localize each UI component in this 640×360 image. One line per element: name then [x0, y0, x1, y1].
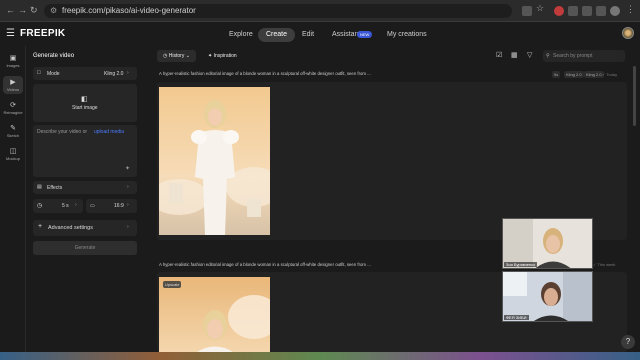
check-icon: ✓	[593, 262, 597, 267]
search-input[interactable]: ⚲ Search by prompt	[543, 50, 625, 62]
tag-badge: Kling 2.0	[584, 71, 604, 78]
history-dropdown[interactable]: ◷ History ⌄	[157, 50, 196, 62]
prompt-placeholder: Describe your video or	[37, 129, 88, 135]
forward-icon[interactable]: →	[18, 5, 27, 15]
start-image-dropzone[interactable]	[33, 84, 137, 122]
video-call-tile: ФЕЯ ЗИБИ	[502, 271, 593, 322]
search-placeholder: Search by prompt	[553, 53, 593, 59]
grid-view-icon[interactable]: ▦	[511, 51, 518, 59]
hamburger-menu-icon[interactable]: ☰	[6, 28, 15, 39]
user-avatar[interactable]	[622, 27, 634, 39]
participant-name: Зоя Бурявченко	[504, 262, 538, 267]
sparkle-icon: ✦	[208, 53, 213, 59]
history-icon: ◷	[163, 53, 168, 59]
ratio-icon: ▭	[90, 203, 95, 209]
date-stamp: ✓ This week	[593, 262, 615, 267]
nav-my-creations[interactable]: My creations	[387, 28, 427, 42]
translate-icon[interactable]	[522, 6, 532, 16]
os-dock	[0, 352, 640, 360]
image-icon: ▣	[9, 55, 17, 62]
help-icon: ?	[625, 337, 631, 346]
history-label: History	[168, 53, 185, 59]
site-info-icon[interactable]: ⚙	[50, 6, 57, 15]
filter-icon[interactable]: ▽	[527, 51, 532, 59]
app-header	[0, 22, 640, 46]
mockup-icon: ◫	[9, 148, 17, 155]
help-button[interactable]: ?	[621, 335, 635, 349]
rail-videos[interactable]: ▶ Videos	[3, 76, 23, 94]
inspiration-label: Inspiration	[213, 53, 237, 59]
puzzle-icon[interactable]	[596, 6, 606, 16]
bookmark-star-icon[interactable]: ☆	[536, 3, 546, 13]
rail-sketch-label: Sketch	[6, 133, 20, 138]
pencil-icon: ✎	[10, 125, 16, 132]
check-icon: ✓	[602, 72, 606, 77]
extension-icon[interactable]	[568, 6, 578, 16]
extension-icon[interactable]	[582, 6, 592, 16]
folder-icon: ▤	[37, 184, 42, 190]
effects-label: Effects	[47, 185, 63, 191]
address-bar[interactable]: ⚙ freepik.com/pikaso/ai-video-generator	[44, 4, 512, 18]
mode-label: Mode	[47, 71, 60, 77]
back-icon[interactable]: ←	[6, 5, 15, 15]
start-image-label: Start image	[72, 105, 98, 111]
feed-prompt[interactable]: A hyper-realistic fashion editorial imag…	[159, 262, 371, 267]
clock-icon: ◷	[37, 203, 43, 209]
chevron-right-icon: ›	[127, 70, 129, 76]
generate-button[interactable]: Generate	[33, 241, 137, 255]
video-call-tile: Зоя Бурявченко	[502, 218, 593, 269]
chevron-down-icon: ⌄	[185, 53, 190, 59]
duration-value: 5 s	[62, 203, 69, 209]
nav-edit[interactable]: Edit	[302, 28, 314, 42]
video-thumbnail[interactable]	[159, 277, 270, 352]
date-stamp: ✓ Today	[602, 72, 617, 77]
date-stamp-text: This week	[597, 262, 616, 267]
upload-media-link[interactable]: upload media	[94, 129, 124, 135]
rail-reimagine-label: Reimagine	[3, 110, 23, 115]
inspiration-button[interactable]: ✦ Inspiration	[208, 50, 237, 62]
tag-badge: Kling 2.0	[564, 71, 584, 78]
aspect-ratio-value: 16:9	[114, 203, 124, 209]
rail-sketch[interactable]: ✎ Sketch	[0, 124, 26, 138]
browser-chrome: ← → ↻ ⚙ freepik.com/pikaso/ai-video-gene…	[0, 0, 640, 22]
extension-icon[interactable]	[554, 6, 564, 16]
participant-name: ФЕЯ ЗИБИ	[504, 315, 529, 320]
rail-images-label: Images	[6, 63, 20, 68]
new-badge: NEW	[357, 31, 373, 38]
search-icon: ⚲	[546, 53, 550, 59]
mode-icon: □	[37, 70, 41, 76]
nav-create[interactable]: Create	[258, 28, 296, 42]
rail-reimagine[interactable]: ⟳ Reimagine	[0, 101, 26, 115]
rail-videos-label: Videos	[6, 87, 20, 92]
upscale-badge[interactable]: Upscale	[163, 281, 182, 288]
rail-mockup[interactable]: ◫ Mockup	[0, 147, 26, 161]
url-text: freepik.com/pikaso/ai-video-generator	[62, 6, 196, 15]
select-icon[interactable]: ☑	[496, 51, 502, 59]
plus-icon: +	[38, 223, 43, 230]
date-stamp-text: Today	[606, 72, 618, 77]
video-thumbnail[interactable]	[159, 87, 270, 235]
mode-value: Kling 2.0	[104, 71, 124, 77]
tag-badge: 5s	[552, 71, 561, 78]
rail-images[interactable]: ▣ Images	[0, 54, 26, 68]
nav-explore[interactable]: Explore	[229, 28, 253, 42]
kebab-menu-icon[interactable]: ⋮	[626, 4, 635, 15]
chevron-right-icon: ›	[127, 202, 129, 208]
chevron-right-icon: ›	[75, 202, 77, 208]
rail-mockup-label: Mockup	[5, 156, 20, 161]
chevron-right-icon: ›	[127, 184, 129, 190]
profile-icon[interactable]	[610, 6, 620, 16]
video-icon: ▶	[10, 79, 16, 86]
chevron-right-icon: ›	[127, 224, 129, 230]
reimagine-icon: ⟳	[10, 102, 16, 109]
reload-icon[interactable]: ↻	[30, 5, 38, 16]
freepik-logo[interactable]: FREEPIK	[20, 28, 65, 39]
image-upload-icon: ◧	[81, 96, 88, 103]
tool-rail: ▣ Images ▶ Videos ⟳ Reimagine ✎ Sketch ◫…	[0, 46, 26, 360]
magic-wand-icon[interactable]: ✦	[125, 165, 130, 172]
feed-prompt[interactable]: A hyper-realistic fashion editorial imag…	[159, 71, 371, 76]
advanced-settings-label: Advanced settings	[48, 225, 93, 231]
scrollbar[interactable]	[633, 66, 636, 126]
panel-title: Generate video	[33, 53, 75, 59]
